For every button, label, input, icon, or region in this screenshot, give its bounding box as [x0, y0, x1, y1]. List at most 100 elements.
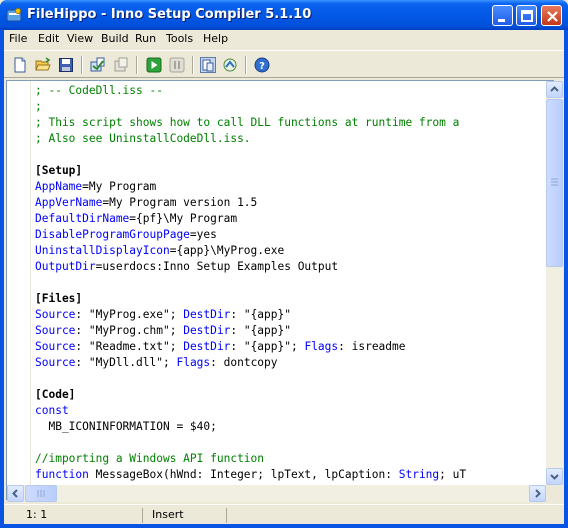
- save-icon[interactable]: [56, 55, 76, 75]
- code-keyword: Source: [35, 324, 76, 337]
- title-bar[interactable]: FileHippo - Inno Setup Compiler 5.1.10: [0, 0, 568, 30]
- code-directive-name: DefaultDirName: [35, 212, 130, 225]
- code-keyword: DestDir: [183, 340, 231, 353]
- code-line[interactable]: [35, 371, 545, 387]
- code-editor[interactable]: ; -- CodeDll.iss --; ; This script shows …: [6, 80, 554, 500]
- scroll-up-button[interactable]: [546, 81, 563, 98]
- menu-build[interactable]: Build: [101, 32, 129, 45]
- code-line[interactable]: Source: "MyProg.chm"; DestDir: "{app}": [35, 323, 545, 339]
- target-icon[interactable]: [198, 55, 218, 75]
- code-text-segment: : "{app}";: [230, 340, 305, 353]
- code-directive-name: DisableProgramGroupPage: [35, 228, 190, 241]
- code-comment: ; Also see UninstallCodeDll.iss.: [35, 132, 251, 145]
- code-text[interactable]: ; -- CodeDll.iss --; ; This script shows …: [35, 83, 545, 499]
- inno-setup-app-icon[interactable]: [6, 7, 22, 23]
- code-keyword: Flags: [176, 356, 211, 369]
- arrow-up-icon: [550, 86, 559, 92]
- code-line[interactable]: ;: [35, 99, 545, 115]
- code-keyword: function: [35, 468, 89, 481]
- code-line[interactable]: [35, 275, 545, 291]
- compile-icon[interactable]: [88, 55, 108, 75]
- code-line[interactable]: AppName=My Program: [35, 179, 545, 195]
- maximize-icon: [521, 10, 533, 22]
- code-comment: ; -- CodeDll.iss --: [35, 84, 163, 97]
- run-icon[interactable]: [144, 55, 164, 75]
- code-section-header: [Code]: [35, 388, 76, 401]
- status-message: [226, 508, 564, 523]
- code-text-segment: MB_ICONINFORMATION = $40;: [35, 420, 217, 433]
- stop-compile-icon[interactable]: [111, 55, 131, 75]
- vertical-scrollbar[interactable]: [546, 81, 563, 485]
- code-line[interactable]: [Setup]: [35, 163, 545, 179]
- scroll-down-button[interactable]: [546, 468, 563, 485]
- menu-edit[interactable]: Edit: [38, 32, 59, 45]
- code-section-header: [Setup]: [35, 164, 83, 177]
- close-button[interactable]: [541, 5, 562, 26]
- menu-tools[interactable]: Tools: [166, 32, 193, 45]
- code-text-segment: : "Readme.txt";: [75, 340, 184, 353]
- scroll-left-button[interactable]: [7, 485, 24, 502]
- code-text-segment: : isreadme: [338, 340, 406, 353]
- code-line[interactable]: const: [35, 403, 545, 419]
- horizontal-scrollbar[interactable]: [7, 485, 546, 502]
- code-keyword: DestDir: [183, 308, 231, 321]
- window-title: FileHippo - Inno Setup Compiler 5.1.10: [27, 7, 312, 22]
- code-text-segment: ; uT: [439, 468, 467, 481]
- minimize-icon: [498, 19, 505, 22]
- cursor-position: 1: 1: [26, 508, 48, 521]
- code-line[interactable]: Source: "MyProg.exe"; DestDir: "{app}": [35, 307, 545, 323]
- code-line[interactable]: [Files]: [35, 291, 545, 307]
- arrow-down-icon: [550, 474, 559, 480]
- edit-mode: Insert: [142, 508, 222, 523]
- code-text-segment: : "MyProg.chm";: [75, 324, 184, 337]
- code-line[interactable]: DefaultDirName={pf}\My Program: [35, 211, 545, 227]
- menu-view[interactable]: View: [67, 32, 93, 45]
- help-icon[interactable]: ?: [252, 55, 272, 75]
- code-line[interactable]: MB_ICONINFORMATION = $40;: [35, 419, 545, 435]
- code-text-segment: : "{app}": [230, 308, 291, 321]
- menu-help[interactable]: Help: [203, 32, 228, 45]
- toolbar: ?: [4, 50, 564, 78]
- code-keyword: DestDir: [183, 324, 231, 337]
- open-folder-icon[interactable]: [33, 55, 53, 75]
- code-keyword: Flags: [304, 340, 339, 353]
- toolbar-separator: [245, 56, 247, 74]
- maximize-button[interactable]: [516, 5, 537, 26]
- code-directive-value: ={pf}\My Program: [129, 212, 238, 225]
- code-line[interactable]: [35, 147, 545, 163]
- code-text-segment: : dontcopy: [210, 356, 278, 369]
- code-comment: ; This script shows how to call DLL func…: [35, 116, 460, 129]
- code-text-segment: : "MyDll.dll";: [75, 356, 177, 369]
- code-line[interactable]: [Code]: [35, 387, 545, 403]
- code-directive-value: ={app}\MyProg.exe: [169, 244, 285, 257]
- code-line[interactable]: Source: "MyDll.dll"; Flags: dontcopy: [35, 355, 545, 371]
- code-directive-name: AppName: [35, 180, 83, 193]
- wizard-icon[interactable]: [220, 55, 240, 75]
- code-line[interactable]: DisableProgramGroupPage=yes: [35, 227, 545, 243]
- pause-icon[interactable]: [167, 55, 187, 75]
- new-file-icon[interactable]: [10, 55, 30, 75]
- code-line[interactable]: OutputDir=userdocs:Inno Setup Examples O…: [35, 259, 545, 275]
- scrollbar-corner: [546, 485, 563, 502]
- code-line[interactable]: ; -- CodeDll.iss --: [35, 83, 545, 99]
- code-line[interactable]: UninstallDisplayIcon={app}\MyProg.exe: [35, 243, 545, 259]
- code-line[interactable]: Source: "Readme.txt"; DestDir: "{app}"; …: [35, 339, 545, 355]
- horizontal-scroll-thumb[interactable]: [25, 485, 57, 502]
- code-line[interactable]: function MessageBox(hWnd: Integer; lpTex…: [35, 467, 545, 483]
- toolbar-separator: [192, 56, 194, 74]
- code-line[interactable]: //importing a Windows API function: [35, 451, 545, 467]
- code-comment: //importing a Windows API function: [35, 452, 265, 465]
- close-icon: [547, 11, 558, 22]
- code-directive-name: UninstallDisplayIcon: [35, 244, 170, 257]
- code-line[interactable]: [35, 435, 545, 451]
- code-text-segment: MessageBox(hWnd: Integer; lpText, lpCapt…: [88, 468, 399, 481]
- code-text-segment: : "MyProg.exe";: [75, 308, 184, 321]
- menu-file[interactable]: File: [9, 32, 27, 45]
- menu-run[interactable]: Run: [135, 32, 156, 45]
- code-line[interactable]: AppVerName=My Program version 1.5: [35, 195, 545, 211]
- code-line[interactable]: ; This script shows how to call DLL func…: [35, 115, 545, 131]
- code-line[interactable]: ; Also see UninstallCodeDll.iss.: [35, 131, 545, 147]
- vertical-scroll-thumb[interactable]: [546, 99, 563, 267]
- minimize-button[interactable]: [492, 5, 513, 26]
- scroll-right-button[interactable]: [529, 485, 546, 502]
